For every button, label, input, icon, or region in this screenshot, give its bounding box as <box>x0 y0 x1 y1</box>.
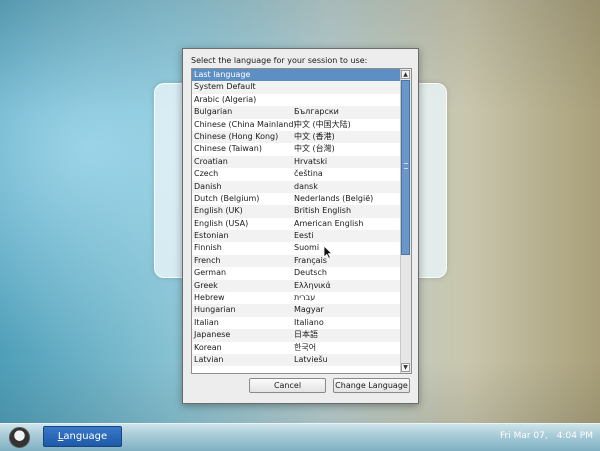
language-list-item[interactable]: Chinese (China Mainland) 中文 (中国大陆) <box>192 119 400 131</box>
language-name: German <box>194 268 227 278</box>
language-name: Hungarian <box>194 305 236 315</box>
language-name: Danish <box>194 181 222 191</box>
language-name: Last language <box>194 70 251 79</box>
language-native-name: Hrvatski <box>294 156 328 166</box>
language-list-item[interactable]: French Français <box>192 254 400 268</box>
language-name: Italian <box>194 317 219 327</box>
language-rows: Last language System Default Arabic (Alger… <box>192 69 400 367</box>
language-list-item[interactable]: Greek Ελληνικά <box>192 279 400 293</box>
language-name: English (UK) <box>194 206 243 216</box>
scroll-down-arrow-icon[interactable]: ▼ <box>401 363 410 372</box>
language-button[interactable]: Language <box>43 426 122 447</box>
language-name: Latvian <box>194 354 224 364</box>
language-list-item[interactable]: Estonian Eesti <box>192 230 400 243</box>
language-list-item[interactable]: Chinese (Hong Kong) 中文 (香港) <box>192 130 400 144</box>
language-native-name: Deutsch <box>294 268 327 278</box>
language-name: French <box>194 255 221 265</box>
clock: Fri Mar 07, 4:04 PM <box>500 431 593 441</box>
language-native-name: Suomi <box>294 243 320 253</box>
language-list-item[interactable]: German Deutsch <box>192 267 400 279</box>
language-name: Japanese <box>194 330 231 340</box>
language-name: Chinese (Hong Kong) <box>194 131 279 141</box>
language-list-item[interactable]: Hungarian Magyar <box>192 304 400 317</box>
language-name: Croatian <box>194 156 228 166</box>
language-list-item[interactable]: English (UK) British English <box>192 205 400 218</box>
language-button-label: anguage <box>63 431 108 442</box>
language-native-name: 中文 (中国大陆) <box>294 119 351 129</box>
language-dialog: Select the language for your session to … <box>182 48 419 404</box>
language-list-item[interactable]: Danish dansk <box>192 180 400 193</box>
language-list-item[interactable]: System Default <box>192 81 400 94</box>
language-native-name: Eesti <box>294 231 314 241</box>
user-avatar-icon[interactable] <box>9 427 30 448</box>
language-list-item[interactable]: Chinese (Taiwan) 中文 (台灣) <box>192 143 400 155</box>
language-name: Chinese (China Mainland) <box>194 119 297 129</box>
language-name: Greek <box>194 280 218 290</box>
language-list-item[interactable]: Korean 한국어 <box>192 342 400 354</box>
language-name: Chinese (Taiwan) <box>194 144 262 154</box>
language-native-name: 한국어 <box>294 342 317 352</box>
language-list[interactable]: Last language System Default Arabic (Alger… <box>191 68 412 374</box>
language-native-name: Български <box>294 107 339 117</box>
language-list-item[interactable]: Finnish Suomi <box>192 242 400 254</box>
mouse-pointer-icon <box>323 245 333 259</box>
language-list-item[interactable]: Last language <box>192 69 400 82</box>
language-name: English (USA) <box>194 218 249 228</box>
language-list-item[interactable]: Bulgarian Български <box>192 106 400 119</box>
language-name: Czech <box>194 169 219 179</box>
clock-date: Fri Mar 07, <box>499 431 548 441</box>
language-name: Hebrew <box>194 293 225 303</box>
language-native-name: dansk <box>294 181 318 191</box>
language-name: Korean <box>194 342 222 352</box>
language-list-item[interactable]: Italian Italiano <box>192 317 400 329</box>
cancel-button[interactable]: Cancel <box>249 378 326 393</box>
scroll-up-arrow-icon[interactable]: ▲ <box>401 70 410 79</box>
language-list-item[interactable]: Arabic (Algeria) <box>192 94 400 106</box>
language-native-name: 日本語 <box>294 330 318 340</box>
language-native-name: עברית <box>294 293 316 303</box>
language-native-name: Magyar <box>294 305 324 315</box>
language-list-item[interactable]: Croatian Hrvatski <box>192 155 400 169</box>
language-native-name: 中文 (香港) <box>294 131 335 141</box>
language-name: Bulgarian <box>194 107 233 117</box>
language-name: Estonian <box>194 231 229 241</box>
language-native-name: 中文 (台灣) <box>294 144 335 154</box>
clock-time: 4:04 PM <box>556 431 593 441</box>
scrollbar-thumb[interactable] <box>401 80 410 255</box>
language-list-item[interactable]: Japanese 日本語 <box>192 329 400 342</box>
language-native-name: British English <box>294 206 352 216</box>
language-native-name: American English <box>294 218 364 228</box>
language-name: Finnish <box>194 243 222 253</box>
language-list-item[interactable]: Hebrew עברית <box>192 292 400 304</box>
language-list-item[interactable]: Latvian Latviešu <box>192 353 400 367</box>
language-native-name: čeština <box>294 169 323 179</box>
language-native-name: Italiano <box>294 317 324 327</box>
scrollbar-grip <box>404 163 408 169</box>
language-list-item[interactable]: English (USA) American English <box>192 218 400 230</box>
dialog-prompt: Select the language for your session to … <box>191 56 368 65</box>
language-name: System Default <box>194 82 256 92</box>
taskbar: Language Fri Mar 07, 4:04 PM <box>0 423 600 451</box>
language-list-scrollbar[interactable]: ▲ ▼ <box>400 69 411 373</box>
language-name: Dutch (Belgium) <box>194 193 260 203</box>
language-list-item[interactable]: Dutch (Belgium) Nederlands (België) <box>192 193 400 205</box>
language-name: Arabic (Algeria) <box>194 94 257 104</box>
language-native-name: Nederlands (België) <box>294 193 374 203</box>
language-list-item[interactable]: Czech čeština <box>192 168 400 180</box>
change-language-button[interactable]: Change Language <box>333 378 410 393</box>
language-native-name: Latviešu <box>294 354 328 364</box>
language-native-name: Ελληνικά <box>294 280 331 290</box>
